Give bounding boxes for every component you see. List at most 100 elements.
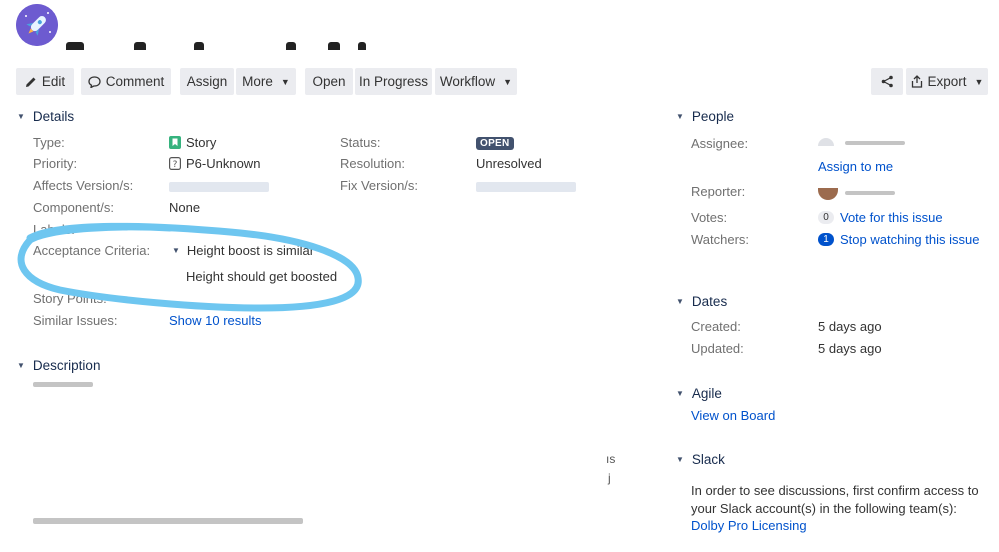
votes-value: 0 Vote for this issue (818, 210, 943, 225)
acceptance-criteria-label: Acceptance Criteria: (33, 243, 151, 258)
vote-link[interactable]: Vote for this issue (840, 210, 943, 225)
agile-section-toggle[interactable]: ▼ Agile (676, 386, 722, 401)
status-label: Status: (340, 135, 381, 150)
chevron-down-icon: ▼ (17, 112, 25, 121)
priority-value: ? P6-Unknown (169, 156, 260, 171)
reporter-label: Reporter: (691, 184, 746, 199)
rocket-icon (16, 4, 58, 46)
priority-label: Priority: (33, 156, 78, 171)
story-points-label: Story Points: (33, 291, 107, 306)
slack-heading: Slack (691, 452, 725, 467)
people-heading: People (691, 109, 734, 124)
resolution-value: Unresolved (476, 156, 542, 171)
edit-button[interactable]: Edit (16, 68, 74, 95)
labels-label: Labels: (33, 222, 75, 237)
type-text: Story (186, 135, 217, 150)
chevron-down-icon: ▼ (172, 246, 180, 255)
chevron-down-icon: ▼ (676, 112, 684, 121)
comment-button[interactable]: Comment (81, 68, 171, 95)
pencil-icon (25, 77, 36, 87)
edit-label: Edit (41, 74, 66, 89)
svg-text:?: ? (173, 160, 178, 170)
comment-icon (88, 75, 101, 88)
description-section-toggle[interactable]: ▼ Description (17, 358, 100, 373)
assign-button[interactable]: Assign (180, 68, 234, 95)
slack-team-link[interactable]: Dolby Pro Licensing (691, 518, 807, 533)
description-fragment-1: ıs (606, 452, 616, 466)
description-redacted-top (33, 382, 93, 387)
project-avatar[interactable] (16, 4, 58, 46)
dates-section-toggle[interactable]: ▼ Dates (676, 294, 727, 309)
in-progress-label: In Progress (358, 74, 429, 89)
type-label: Type: (33, 135, 65, 150)
type-value: Story (169, 135, 216, 150)
affects-version-redacted (169, 182, 269, 192)
similar-issues-label: Similar Issues: (33, 313, 118, 328)
slack-message: In order to see discussions, first confi… (691, 482, 991, 535)
affects-version-label: Affects Version/s: (33, 178, 134, 193)
open-label: Open (312, 74, 346, 89)
story-icon (169, 136, 181, 149)
issue-title-fragment (66, 26, 366, 50)
acceptance-criteria-toggle[interactable]: ▼ Height boost is similar (172, 243, 314, 258)
component-value: None (169, 200, 201, 215)
export-label: Export (927, 74, 967, 89)
details-heading: Details (32, 109, 75, 124)
votes-label: Votes: (691, 210, 728, 225)
workflow-button[interactable]: Workflow ▼ (435, 68, 517, 95)
assignee-avatar (818, 138, 834, 146)
fix-version-redacted (476, 182, 576, 192)
votes-count-badge: 0 (818, 211, 834, 224)
workflow-label: Workflow (439, 74, 496, 89)
description-redacted-bottom (33, 518, 303, 524)
assignee-name-redacted (845, 141, 905, 145)
priority-text: P6-Unknown (186, 156, 261, 171)
export-icon (911, 75, 922, 88)
more-button[interactable]: More ▼ (236, 68, 296, 95)
chevron-down-icon: ▼ (17, 361, 25, 370)
acceptance-criteria-text: Height should get boosted (186, 269, 338, 284)
people-section-toggle[interactable]: ▼ People (676, 109, 734, 124)
status-value: OPEN (476, 134, 514, 150)
description-heading: Description (32, 358, 101, 373)
assign-label: Assign (186, 74, 228, 89)
created-label: Created: (691, 319, 741, 334)
slack-section-toggle[interactable]: ▼ Slack (676, 452, 725, 467)
slack-text: In order to see discussions, first confi… (691, 483, 979, 516)
updated-value: 5 days ago (818, 341, 882, 356)
issue-toolbar: Edit Comment Assign More ▼ Open In Progr… (0, 68, 999, 96)
chevron-down-icon: ▼ (503, 76, 513, 87)
share-button[interactable] (871, 68, 903, 95)
question-priority-icon: ? (169, 157, 181, 170)
more-label: More (242, 74, 273, 89)
in-progress-transition-button[interactable]: In Progress (355, 68, 432, 95)
chevron-down-icon: ▼ (676, 297, 684, 306)
assignee-label: Assignee: (691, 136, 749, 151)
reporter-avatar (818, 188, 838, 200)
similar-issues-link[interactable]: Show 10 results (169, 313, 262, 328)
component-label: Component/s: (33, 200, 114, 215)
acceptance-criteria-title: Height boost is similar (186, 243, 315, 258)
comment-label: Comment (105, 74, 165, 89)
open-transition-button[interactable]: Open (305, 68, 353, 95)
assign-to-me-link[interactable]: Assign to me (818, 159, 893, 174)
stop-watching-link[interactable]: Stop watching this issue (840, 232, 979, 247)
chevron-down-icon: ▼ (280, 76, 290, 87)
chevron-down-icon: ▼ (974, 76, 984, 87)
agile-heading: Agile (691, 386, 722, 401)
chevron-down-icon: ▼ (676, 389, 684, 398)
chevron-down-icon: ▼ (676, 455, 684, 464)
details-section-toggle[interactable]: ▼ Details (17, 109, 74, 124)
dates-heading: Dates (691, 294, 728, 309)
view-on-board-link[interactable]: View on Board (691, 408, 775, 423)
description-fragment-2: j (608, 471, 611, 485)
fix-version-label: Fix Version/s: (340, 178, 419, 193)
resolution-label: Resolution: (340, 156, 406, 171)
watchers-count-badge: 1 (818, 233, 834, 246)
export-button[interactable]: Export ▼ (906, 68, 988, 95)
reporter-name-redacted (845, 191, 895, 195)
watchers-value: 1 Stop watching this issue (818, 232, 979, 247)
created-value: 5 days ago (818, 319, 882, 334)
share-icon (881, 75, 893, 88)
watchers-label: Watchers: (691, 232, 750, 247)
